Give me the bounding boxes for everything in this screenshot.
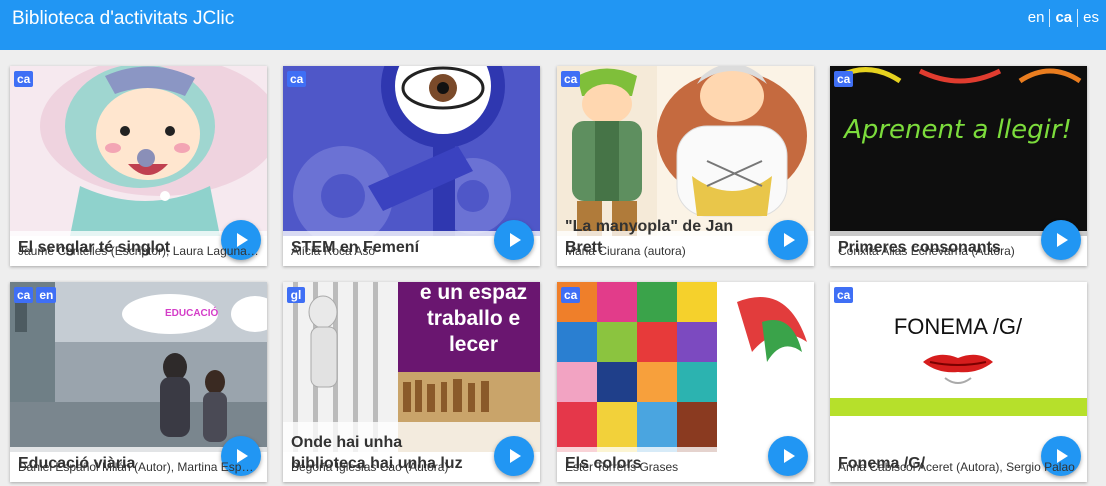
card-author: Alícia Roca Aso xyxy=(291,244,376,258)
activity-thumbnail: EDUCACIÓ xyxy=(10,282,267,452)
thumbnail-text: FONEMA /G/ xyxy=(894,314,1023,339)
activity-thumbnail: Aprenent a llegir! xyxy=(830,66,1087,236)
language-badges: ca xyxy=(834,71,854,87)
language-badge: ca xyxy=(561,287,581,303)
language-badges: ca en xyxy=(14,287,57,303)
card-author: Ester Torrens Grases xyxy=(565,460,679,474)
activity-card[interactable]: Els colors Ester Torrens Grases ca xyxy=(557,282,814,482)
language-badge: gl xyxy=(287,287,305,303)
thumbnail-text-group: e un espaz traballo e lecer xyxy=(407,282,540,358)
lang-en-link[interactable]: en xyxy=(1023,8,1050,28)
language-badges: ca xyxy=(834,287,854,303)
language-badges: gl xyxy=(287,287,305,303)
thumbnail-text: traballo e xyxy=(426,307,521,330)
activity-card[interactable]: e un espaz traballo e lecer Onde hai unh… xyxy=(283,282,540,482)
lang-ca-link[interactable]: ca xyxy=(1050,8,1077,28)
activity-card[interactable]: STEM en Femení Alícia Roca Aso ca xyxy=(283,66,540,266)
card-author: Jaume Centelles (Escriptor), Laura Lagun… xyxy=(18,244,259,258)
activity-thumbnail xyxy=(283,66,540,236)
activity-thumbnail xyxy=(557,282,814,452)
language-badge: ca xyxy=(14,287,34,303)
lang-es-link[interactable]: es xyxy=(1078,8,1104,28)
card-author: Anna Cabiscol Aceret (Autora), Sergio Pa… xyxy=(838,460,1075,474)
thumbnail-text: Aprenent a llegir! xyxy=(842,115,1072,145)
activity-card[interactable]: "La manyopla" de Jan Brett Maria Ciurana… xyxy=(557,66,814,266)
card-author: Daniel Español Milán (Autor), Martina Es… xyxy=(18,460,259,474)
language-badges: ca xyxy=(287,71,307,87)
language-badge: ca xyxy=(834,287,854,303)
language-badge: ca xyxy=(14,71,34,87)
language-badges: ca xyxy=(561,287,581,303)
activity-card[interactable]: Aprenent a llegir! Primeres consonants C… xyxy=(830,66,1087,266)
thumbnail-text: lecer xyxy=(448,333,499,356)
activity-card[interactable]: EDUCACIÓ Educació viària Daniel Español … xyxy=(10,282,267,482)
activity-thumbnail xyxy=(557,66,814,236)
card-author: Begoña Iglesias Cao (Autora) xyxy=(291,460,449,474)
thumbnail-text: e un espaz xyxy=(419,282,528,304)
language-badges: ca xyxy=(14,71,34,87)
language-badge: ca xyxy=(287,71,307,87)
page-title: Biblioteca d'activitats JClic xyxy=(12,8,235,29)
card-author: Conxita Alias Echevarria (Autora) xyxy=(838,244,1015,258)
language-badges: ca xyxy=(561,71,581,87)
language-badge: ca xyxy=(834,71,854,87)
activity-card[interactable]: FONEMA /G/ Fonema /G/ Anna Cabiscol Acer… xyxy=(830,282,1087,482)
language-badge: ca xyxy=(561,71,581,87)
activity-thumbnail xyxy=(10,66,267,236)
activity-card[interactable]: El senglar té singlot Jaume Centelles (E… xyxy=(10,66,267,266)
activity-thumbnail: FONEMA /G/ xyxy=(830,282,1087,452)
thumbnail-text: EDUCACIÓ xyxy=(165,308,219,319)
app-header: Biblioteca d'activitats JClic en ca es xyxy=(0,0,1106,50)
card-author: Maria Ciurana (autora) xyxy=(565,244,686,258)
language-selector: en ca es xyxy=(1023,8,1104,28)
language-badge: en xyxy=(36,287,57,303)
